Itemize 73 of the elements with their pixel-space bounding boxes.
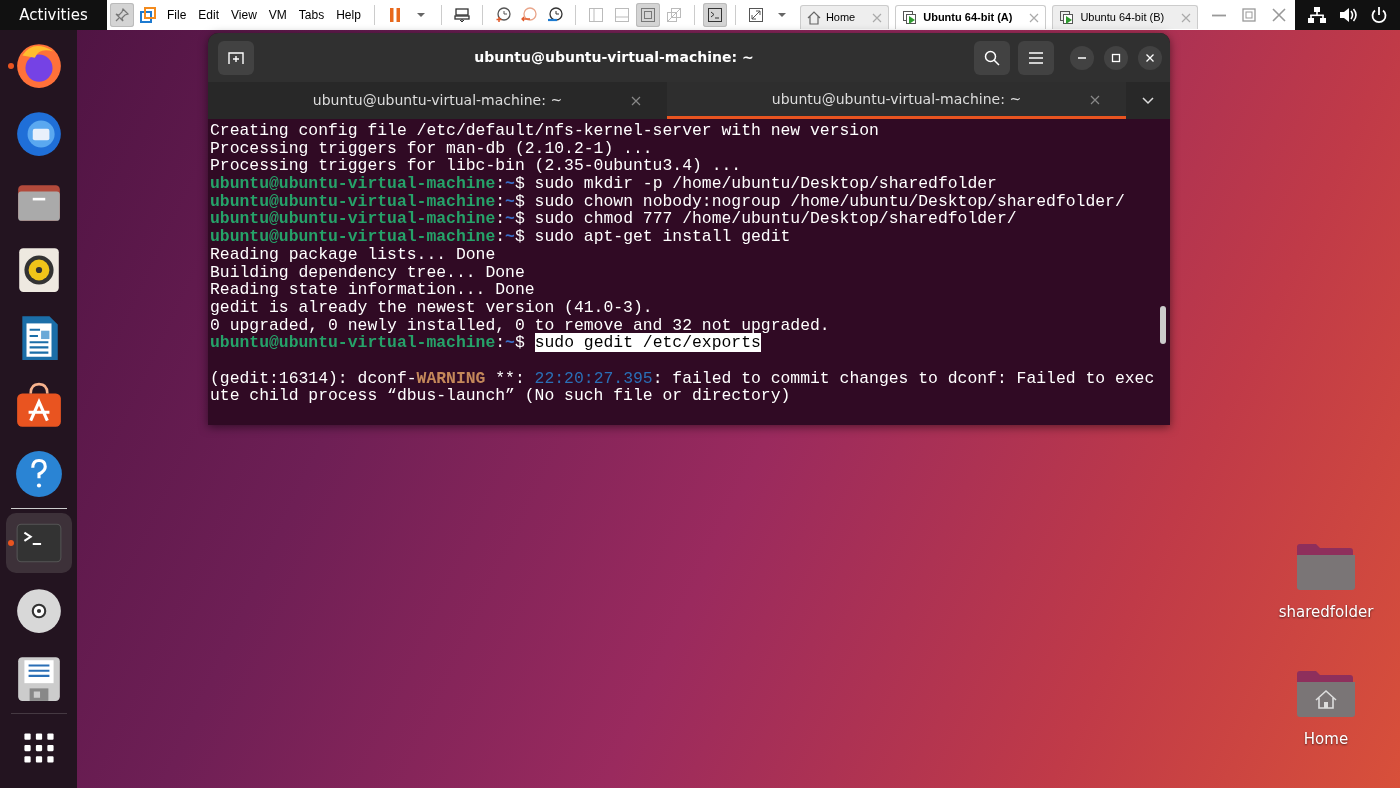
minimize-icon (1212, 13, 1226, 17)
terminal-line: ubuntu@ubuntu-virtual-machine:~$ sudo chmod 777 /home/ubuntu/Desktop/sharedfolder/ (210, 210, 1017, 229)
terminal-line: Building dependency tree... Done (210, 263, 525, 282)
close-icon (1271, 7, 1287, 23)
network-icon[interactable] (1306, 6, 1327, 24)
question-mark-icon (13, 449, 64, 499)
vm-tab[interactable]: Ubuntu 64-bit (B) (1052, 5, 1199, 29)
console-button[interactable] (702, 3, 727, 27)
terminal-line: Creating config file /etc/default/nfs-kernel-server with new version (210, 122, 879, 140)
overlapping-squares-icon (140, 7, 156, 23)
close-button[interactable] (1138, 45, 1162, 70)
window-title: ubuntu@ubuntu-virtual-machine: ~ (474, 49, 754, 65)
terminal-line: ubuntu@ubuntu-virtual-machine:~$ sudo chown nobody:nogroup /home/ubuntu/Desktop/sharedfolder/ (210, 192, 1125, 211)
search-icon (984, 49, 1000, 66)
fullscreen-icon (639, 7, 656, 23)
power-icon[interactable] (1370, 6, 1389, 24)
clock-wrench-icon (546, 7, 563, 23)
close-icon (1145, 52, 1155, 63)
menu-item[interactable]: Help (331, 4, 366, 26)
terminal-line: ubuntu@ubuntu-virtual-machine:~$ sudo mkdir -p /home/ubuntu/Desktop/sharedfolder (210, 175, 997, 193)
menu-item[interactable]: File (162, 4, 192, 26)
terminal-line: (gedit:16314): dconf-WARNING **: 22:20:27.395: failed to commit changes to dconf: Failed to exec (210, 369, 1155, 388)
pin-icon (114, 7, 130, 23)
menu-item[interactable]: VM (263, 4, 292, 26)
resize-icon (747, 7, 764, 23)
menu-item[interactable]: View (226, 4, 262, 26)
home-folder-icon[interactable] (1295, 670, 1357, 720)
menu-item[interactable]: Edit (193, 4, 225, 26)
terminal-line: ubuntu@ubuntu-virtual-machine:~$ sudo apt-get install gedit (210, 228, 791, 246)
tab-label: Ubuntu 64-bit (B) (1080, 10, 1165, 26)
maximize-button[interactable] (1104, 45, 1128, 70)
vm-play-icon (1059, 9, 1076, 26)
terminal-line: ubuntu@ubuntu-virtual-machine:~$ sudo gedit /etc/exports (210, 334, 761, 352)
terminal-line: Processing triggers for libc-bin (2.35-0ubuntu3.4) ... (210, 157, 742, 176)
restore-icon (1241, 7, 1257, 23)
menu-item[interactable]: Tabs (293, 4, 330, 26)
bottom-panel-icon (613, 7, 630, 23)
terminal-tab[interactable]: ubuntu@ubuntu-virtual-machine: ~ (208, 82, 667, 119)
menu-button[interactable] (1018, 40, 1054, 75)
console-icon (706, 7, 723, 23)
clock-plus-icon (494, 7, 511, 23)
terminal-line: ute child process “dbus-launch” (No such file or directory) (210, 387, 791, 405)
terminal-tab[interactable]: ubuntu@ubuntu-virtual-machine: ~ (667, 82, 1126, 119)
scrollbar[interactable] (1160, 306, 1166, 344)
file-label[interactable]: Home (1303, 728, 1349, 751)
terminal-line: Reading state information... Done (210, 281, 535, 299)
vm-tab[interactable]: Home (799, 5, 890, 29)
terminal-launcher[interactable] (5, 513, 72, 573)
terminal-line: Processing triggers for man-db (2.10.2-1) ... (210, 139, 653, 158)
tab-label: Ubuntu 64-bit (A) (923, 10, 1013, 26)
vm-play-icon (902, 9, 919, 26)
tab-plus-icon (227, 50, 245, 65)
terminal-line: 0 upgraded, 0 newly installed, 0 to remove and 32 not upgraded. (210, 316, 830, 335)
activities-button[interactable]: Activities (0, 0, 107, 30)
new-tab-button[interactable] (218, 40, 254, 75)
fullscreen-button[interactable] (635, 3, 660, 27)
keyboard-monitor-icon (453, 7, 470, 23)
overlapping-windows-icon (665, 7, 682, 23)
side-panel-icon (587, 7, 604, 23)
volume-icon[interactable] (1338, 6, 1359, 24)
terminal-line: Reading package lists... Done (210, 245, 496, 264)
file-label[interactable]: sharedfolder (1278, 601, 1374, 624)
maximize-icon (1111, 52, 1121, 63)
minimize-icon (1078, 56, 1086, 59)
terminal-line: gedit is already the newest version (41.0-3). (210, 298, 653, 317)
pin-button[interactable] (110, 3, 134, 27)
vm-tab[interactable]: Ubuntu 64-bit (A) (895, 5, 1047, 29)
tab-label: Home (825, 10, 856, 26)
menu-icon (1029, 51, 1043, 64)
house-icon (806, 10, 821, 25)
chevron-down-icon (1142, 97, 1154, 105)
minimize-button[interactable] (1070, 45, 1094, 70)
search-button[interactable] (974, 40, 1010, 75)
